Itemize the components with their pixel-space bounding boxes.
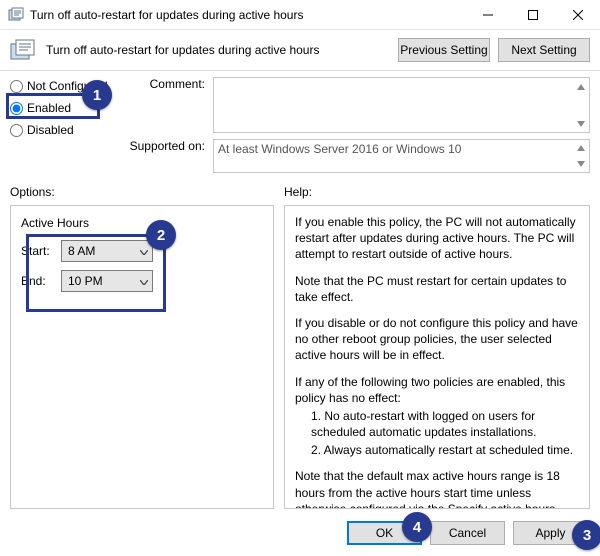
radio-enabled-input[interactable]: [10, 102, 23, 115]
scroll-down-icon[interactable]: [572, 115, 589, 132]
comment-textarea[interactable]: [213, 77, 590, 133]
next-setting-button[interactable]: Next Setting: [498, 38, 590, 62]
help-list-item: 2. Always automatically restart at sched…: [295, 442, 579, 458]
previous-setting-button[interactable]: Previous Setting: [398, 38, 490, 62]
end-label: End:: [21, 274, 55, 288]
scroll-down-icon[interactable]: [572, 156, 589, 172]
options-panel: Active Hours Start: 8 AM End: 10 PM: [10, 205, 274, 509]
close-button[interactable]: [555, 0, 600, 30]
scroll-up-icon[interactable]: [572, 78, 589, 95]
window-title: Turn off auto-restart for updates during…: [30, 8, 465, 22]
policy-icon: [8, 7, 24, 23]
maximize-button[interactable]: [510, 0, 555, 30]
annotation-marker-3: 3: [572, 520, 600, 550]
radio-enabled-label: Enabled: [27, 101, 71, 115]
annotation-marker-1: 1: [82, 80, 112, 110]
radio-disabled-input[interactable]: [10, 124, 23, 137]
active-hours-title: Active Hours: [21, 216, 263, 230]
annotation-marker-2: 2: [146, 220, 176, 250]
minimize-button[interactable]: [465, 0, 510, 30]
dialog-footer: OK Cancel Apply: [0, 513, 600, 553]
supported-scrollbar[interactable]: [572, 140, 589, 172]
chevron-down-icon: [140, 274, 148, 288]
policy-icon-large: [10, 39, 38, 61]
chevron-down-icon: [140, 244, 148, 258]
comment-label: Comment:: [120, 77, 205, 91]
help-paragraph: If you enable this policy, the PC will n…: [295, 214, 579, 263]
comment-scrollbar[interactable]: [572, 78, 589, 132]
options-label: Options:: [10, 181, 274, 205]
cancel-button[interactable]: Cancel: [430, 521, 505, 545]
help-text[interactable]: If you enable this policy, the PC will n…: [284, 205, 590, 509]
supported-on-box: At least Windows Server 2016 or Windows …: [213, 139, 590, 173]
radio-not-configured-input[interactable]: [10, 80, 23, 93]
header-title: Turn off auto-restart for updates during…: [46, 43, 390, 57]
help-list-item: 1. No auto-restart with logged on users …: [295, 408, 579, 440]
scroll-up-icon[interactable]: [572, 140, 589, 156]
help-label: Help:: [284, 181, 590, 205]
end-time-select[interactable]: 10 PM: [61, 270, 153, 292]
help-paragraph: If any of the following two policies are…: [295, 374, 579, 406]
help-paragraph: Note that the default max active hours r…: [295, 468, 579, 509]
start-label: Start:: [21, 244, 55, 258]
annotation-marker-4: 4: [402, 512, 432, 542]
radio-disabled-label: Disabled: [27, 123, 74, 137]
header-strip: Turn off auto-restart for updates during…: [0, 30, 600, 71]
radio-disabled[interactable]: Disabled: [10, 123, 110, 137]
start-time-select[interactable]: 8 AM: [61, 240, 153, 262]
help-paragraph: If you disable or do not configure this …: [295, 315, 579, 364]
help-paragraph: Note that the PC must restart for certai…: [295, 273, 579, 305]
titlebar: Turn off auto-restart for updates during…: [0, 0, 600, 30]
supported-on-label: Supported on:: [120, 139, 205, 153]
